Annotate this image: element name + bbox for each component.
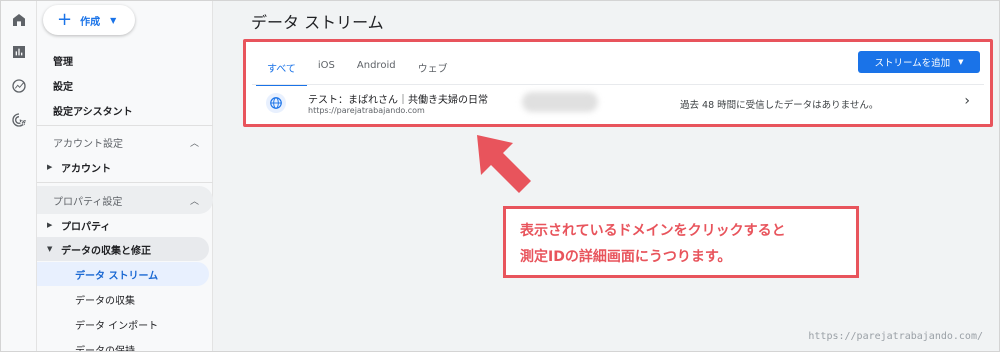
chevron-up-icon: ︿: [189, 196, 199, 207]
stream-name[interactable]: テスト：まぱれさん｜共働き夫婦の日常: [308, 91, 488, 106]
property-settings-section[interactable]: プロパティ設定 ︿: [37, 186, 213, 214]
reports-icon[interactable]: [10, 43, 28, 61]
annotation-arrow-icon: [477, 135, 531, 193]
stream-status: 過去 48 時間に受信したデータはありません。: [680, 100, 879, 111]
nav-data-retention[interactable]: データの保持: [37, 337, 209, 352]
platform-tabs: すべて iOS Android ウェブ: [256, 52, 459, 86]
nav-data-collection[interactable]: ▼ データの収集と修正: [37, 237, 209, 261]
watermark: https://parejatrabajando.com/: [808, 331, 983, 342]
nav-admin[interactable]: 管理: [53, 53, 73, 68]
home-icon[interactable]: [10, 11, 28, 29]
tab-web[interactable]: ウェブ: [407, 52, 459, 86]
collapse-arrow-icon: ▼: [47, 245, 53, 253]
nav-property[interactable]: ▶ プロパティ: [37, 213, 209, 237]
nav-divider: [37, 125, 213, 126]
annotation-callout: 表示されているドメインをクリックすると 測定IDの詳細画面にうつります。: [503, 206, 859, 278]
nav-account[interactable]: ▶ アカウント: [37, 155, 209, 179]
chevron-up-icon: ︿: [189, 138, 199, 149]
callout-line-2: 測定IDの詳細画面にうつります。: [520, 249, 732, 265]
nav-divider: [37, 182, 213, 183]
admin-nav: + 作成 ▼ 管理 設定 設定アシスタント アカウント設定 ︿ ▶ アカウント …: [37, 1, 213, 352]
screenshot-frame: + 作成 ▼ 管理 設定 設定アシスタント アカウント設定 ︿ ▶ アカウント …: [0, 0, 1000, 352]
nav-settings[interactable]: 設定: [53, 78, 73, 93]
icon-rail: [1, 1, 37, 351]
caret-down-icon: ▼: [110, 15, 117, 25]
create-label: 作成: [80, 16, 101, 28]
account-settings-label: アカウント設定: [53, 138, 123, 150]
advertising-icon[interactable]: [10, 111, 28, 129]
property-settings-label: プロパティ設定: [53, 196, 123, 208]
stream-url[interactable]: https://parejatrabajando.com: [308, 106, 425, 115]
tab-ios[interactable]: iOS: [307, 52, 346, 86]
nav-property-label: プロパティ: [61, 221, 111, 233]
caret-down-icon: ▼: [958, 58, 964, 66]
nav-data-collection-sub[interactable]: データの収集: [37, 287, 209, 311]
account-settings-section[interactable]: アカウント設定 ︿: [37, 128, 213, 156]
tab-android[interactable]: Android: [346, 52, 407, 86]
stream-row[interactable]: テスト：まぱれさん｜共働き夫婦の日常 https://parejatrabaja…: [252, 85, 984, 121]
nav-account-label: アカウント: [61, 163, 111, 175]
add-stream-label: ストリームを追加: [874, 58, 951, 69]
plus-icon: +: [57, 9, 73, 30]
callout-line-1: 表示されているドメインをクリックすると: [520, 223, 786, 239]
tab-all[interactable]: すべて: [256, 52, 307, 86]
add-stream-button[interactable]: ストリームを追加 ▼: [858, 51, 980, 73]
stream-card: すべて iOS Android ウェブ ストリームを追加 ▼ テスト：まぱれさん…: [243, 39, 993, 127]
explore-icon[interactable]: [10, 77, 28, 95]
expand-arrow-icon: ▶: [47, 221, 53, 229]
nav-setup-assistant[interactable]: 設定アシスタント: [53, 103, 133, 118]
create-button[interactable]: + 作成 ▼: [43, 5, 135, 35]
nav-data-collection-label: データの収集と修正: [61, 245, 151, 257]
page-title: データ ストリーム: [251, 13, 384, 32]
nav-data-import[interactable]: データ インポート: [37, 312, 209, 336]
globe-icon: [266, 93, 286, 113]
expand-arrow-icon: ▶: [47, 163, 53, 171]
chevron-right-icon[interactable]: ›: [964, 93, 970, 109]
redacted-measurement-id: [522, 92, 598, 112]
nav-data-streams[interactable]: データ ストリーム: [37, 262, 209, 286]
